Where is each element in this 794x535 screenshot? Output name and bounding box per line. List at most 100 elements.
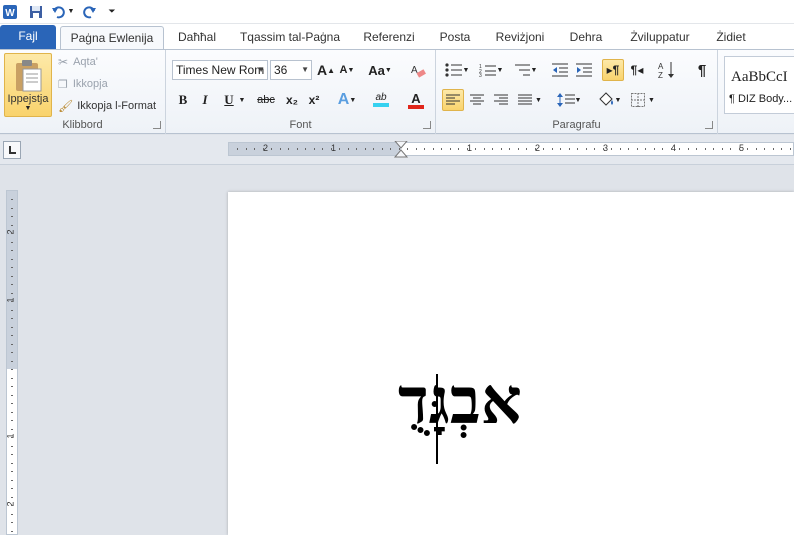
paragraph-group: ▼ 1 2 3 ▼ ▼ ▸¶ ¶◂ AZ ¶ ▼ ▼ ▼ ▼ Paragrafu xyxy=(436,50,718,134)
underline-dropdown-icon[interactable]: ▼ xyxy=(238,90,246,110)
justify-icon xyxy=(518,94,533,105)
shrink-font-button[interactable]: A ▼ xyxy=(338,60,356,80)
ruler-tick xyxy=(11,479,13,481)
left-tab-icon xyxy=(9,146,16,154)
text-effects-button[interactable]: A ▼ xyxy=(334,90,360,110)
undo-dropdown-icon[interactable]: ▼ xyxy=(67,3,75,20)
undo-icon[interactable] xyxy=(50,3,66,20)
copy-button[interactable]: ❐ Ikkopja xyxy=(58,75,108,93)
bullets-button[interactable]: ▼ xyxy=(442,60,472,80)
align-center-button[interactable] xyxy=(466,90,488,110)
clipboard-group: Ippejstja ▼ ✂ Aqta' ❐ Ikkopja 🖌 Ikkopja … xyxy=(0,50,166,134)
line-spacing-button[interactable]: ▼ xyxy=(554,90,584,110)
justify-button[interactable]: ▼ xyxy=(514,90,546,110)
superscript-button[interactable]: x² xyxy=(304,90,324,110)
ruler-tick xyxy=(407,148,408,150)
align-left-button[interactable] xyxy=(442,89,464,111)
tab-selector-button[interactable] xyxy=(3,141,21,159)
ruler-tick xyxy=(11,199,13,200)
italic-button[interactable]: I xyxy=(196,90,214,110)
save-icon[interactable] xyxy=(28,3,44,20)
indent-marker-icon[interactable] xyxy=(394,141,408,159)
shrink-font-icon: A xyxy=(339,64,348,76)
ruler-tick xyxy=(11,403,13,404)
ribbon-tabs: Fajl Paġna Ewlenija Daħħal Tqassim tal-P… xyxy=(0,24,794,50)
font-color-button[interactable]: A xyxy=(402,90,430,110)
ruler-tick xyxy=(11,284,13,285)
underline-button[interactable]: U xyxy=(220,90,238,110)
ruler-tick xyxy=(11,275,13,277)
ruler-tick xyxy=(449,148,451,150)
tab-home[interactable]: Paġna Ewlenija xyxy=(60,26,164,50)
decrease-indent-icon xyxy=(552,63,568,77)
numbering-button[interactable]: 1 2 3 ▼ xyxy=(476,60,506,80)
word-icon[interactable]: W xyxy=(2,3,18,20)
paste-button[interactable]: Ippejstja ▼ xyxy=(4,53,52,117)
tab-review[interactable]: Reviżjoni xyxy=(488,26,552,50)
highlight-button[interactable]: ab xyxy=(366,90,396,110)
rtl-direction-button[interactable]: ¶◂ xyxy=(626,60,648,80)
tab-insert[interactable]: Daħħal xyxy=(168,26,226,50)
document-text[interactable]: אבְגָּדֻ xyxy=(398,364,522,439)
show-formatting-button[interactable]: ¶ xyxy=(692,60,712,80)
ruler-tick xyxy=(364,148,366,150)
bold-button[interactable]: B xyxy=(174,90,192,110)
increase-indent-button[interactable] xyxy=(574,60,594,80)
format-painter-button[interactable]: 🖌 Ikkopja l-Format xyxy=(58,97,156,115)
ruler-tick xyxy=(704,148,706,150)
paste-label: Ippejstja xyxy=(7,92,49,105)
ruler-tick xyxy=(271,148,272,150)
ruler-tick xyxy=(11,462,13,464)
tab-page-layout[interactable]: Tqassim tal-Paġna xyxy=(232,26,348,50)
ltr-direction-button[interactable]: ▸¶ xyxy=(602,59,624,81)
font-name-box[interactable]: Times New Rom ▼ xyxy=(172,60,268,80)
horizontal-ruler[interactable]: 2 1 1 2 3 4 5 xyxy=(228,141,794,159)
ruler-tick xyxy=(11,394,13,396)
svg-text:A: A xyxy=(411,65,418,76)
ruler-tick xyxy=(11,335,13,336)
cut-button[interactable]: ✂ Aqta' xyxy=(58,53,98,71)
subscript-button[interactable]: x₂ xyxy=(282,90,302,110)
tab-references[interactable]: Referenzi xyxy=(356,26,422,50)
ruler-tick xyxy=(432,148,434,150)
clipboard-launcher-icon[interactable] xyxy=(153,121,161,129)
decrease-indent-button[interactable] xyxy=(550,60,570,80)
chevron-down-icon: ▼ xyxy=(301,65,309,74)
redo-icon[interactable] xyxy=(82,3,98,20)
up-icon: ▲ xyxy=(327,65,336,75)
tab-addins[interactable]: Żidiet xyxy=(708,26,754,50)
strikethrough-button[interactable]: abc xyxy=(254,90,278,110)
ruler-tick xyxy=(11,530,13,532)
ruler-tick xyxy=(11,309,13,311)
tab-view[interactable]: Dehra xyxy=(562,26,610,50)
ruler-tick xyxy=(781,148,782,150)
grow-font-button[interactable]: A ▲ xyxy=(316,60,336,80)
ruler-number: 1 xyxy=(467,143,473,153)
document-page[interactable]: אבְגָּדֻ xyxy=(228,192,794,535)
ruler-tick xyxy=(653,148,655,150)
clear-formatting-button[interactable]: A xyxy=(408,60,428,80)
customize-icon[interactable]: ⏷ xyxy=(106,3,118,20)
styles-gallery[interactable]: AaBbCcI ¶ DIZ Body... xyxy=(724,56,794,114)
tab-mailings[interactable]: Posta xyxy=(430,26,480,50)
ruler-tick xyxy=(466,148,468,150)
tab-file[interactable]: Fajl xyxy=(0,25,56,50)
sort-button[interactable]: AZ xyxy=(656,60,678,80)
align-right-button[interactable] xyxy=(490,90,512,110)
ruler-tick xyxy=(11,445,13,447)
ruler-tick xyxy=(789,148,791,150)
shading-button[interactable]: ▼ xyxy=(594,90,624,110)
ruler-tick xyxy=(721,148,723,150)
font-launcher-icon[interactable] xyxy=(423,121,431,129)
font-size-box[interactable]: 36 ▼ xyxy=(270,60,312,80)
borders-button[interactable]: ▼ xyxy=(628,90,658,110)
change-case-button[interactable]: Aa ▼ xyxy=(366,60,394,80)
ruler-tick xyxy=(747,148,748,150)
paragraph-launcher-icon[interactable] xyxy=(705,121,713,129)
tab-developer[interactable]: Żviluppatur xyxy=(622,26,698,50)
ruler-tick xyxy=(339,148,340,150)
multilevel-list-button[interactable]: ▼ xyxy=(510,60,540,80)
format-painter-label: Ikkopja l-Format xyxy=(77,100,157,112)
vertical-ruler[interactable]: 2 1 1 2 xyxy=(6,190,18,535)
ruler-tick xyxy=(696,148,697,150)
